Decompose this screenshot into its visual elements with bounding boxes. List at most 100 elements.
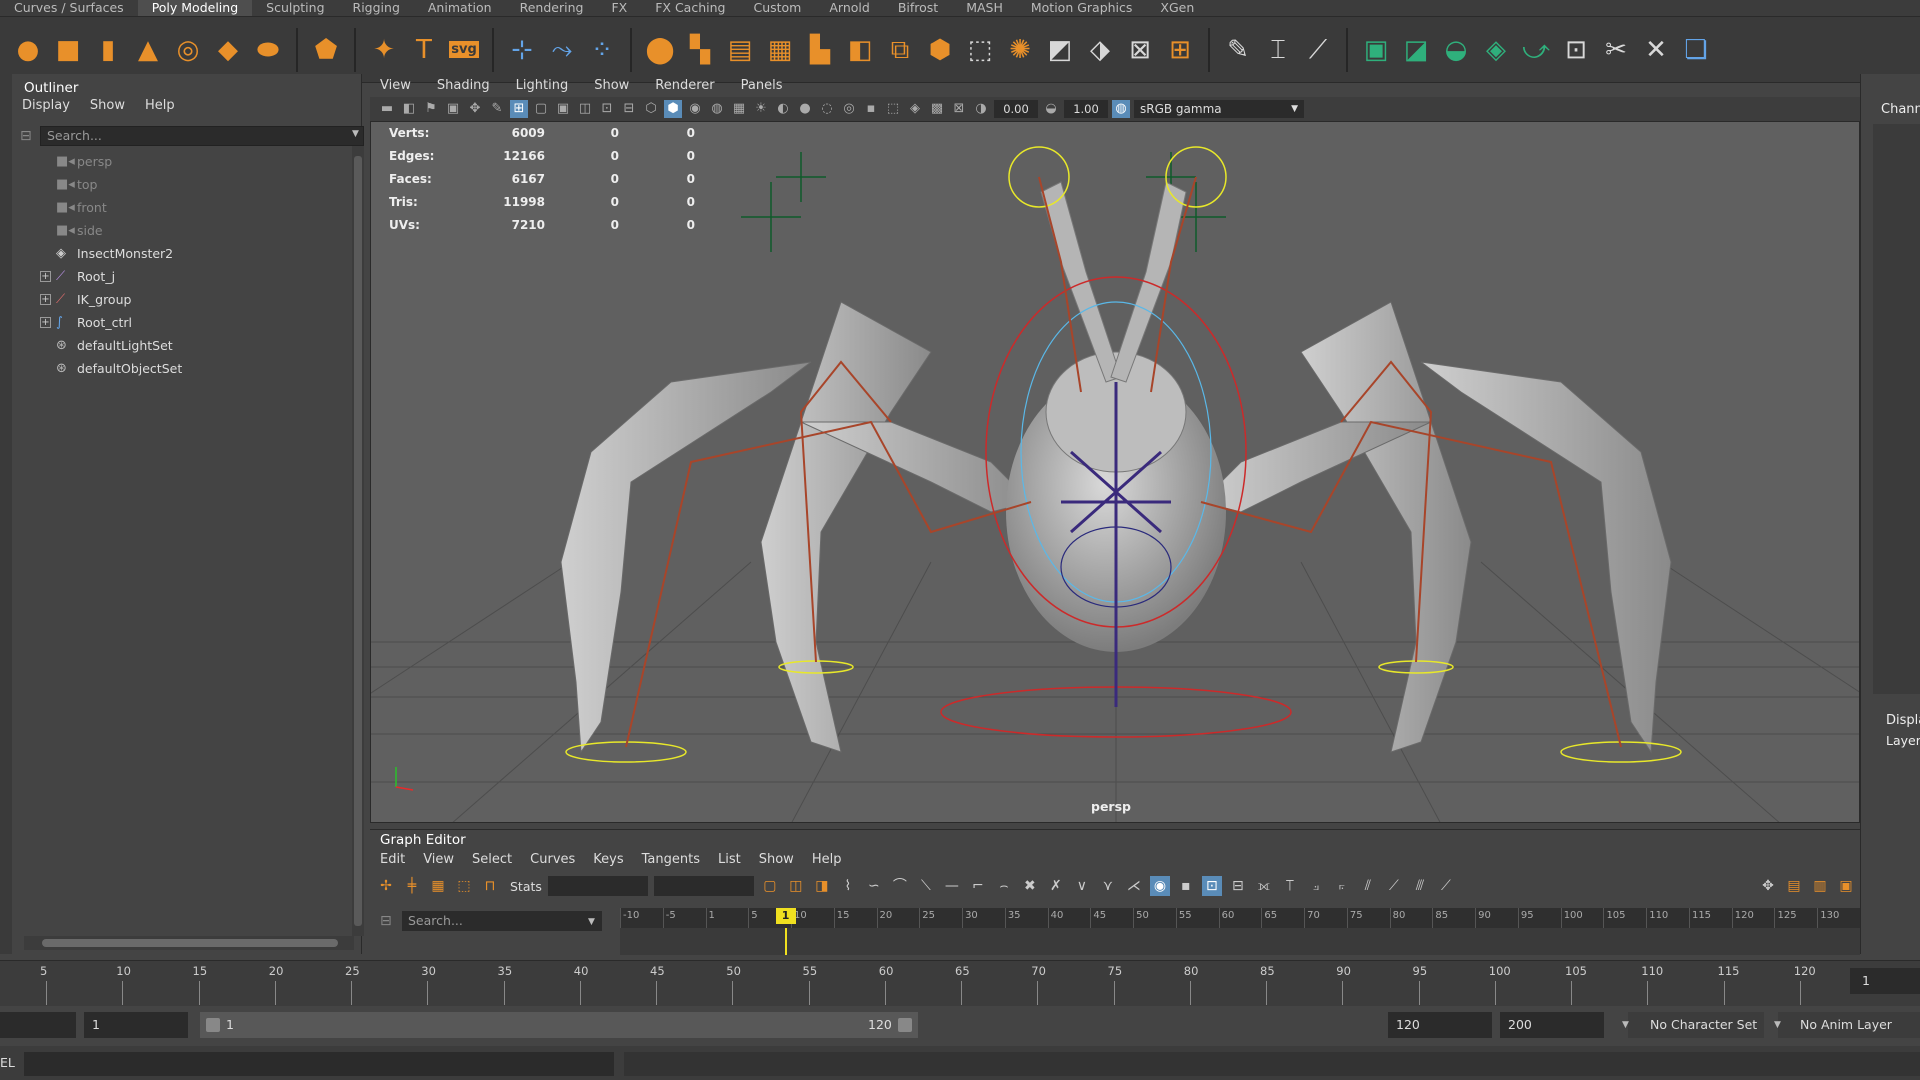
pan-icon[interactable]: ✥ (1758, 876, 1778, 896)
motion-blur-icon[interactable]: ◌ (818, 100, 836, 118)
range-start-handle[interactable] (206, 1018, 220, 1032)
ge-menu-select[interactable]: Select (472, 852, 512, 867)
shelf-tab-sculpting[interactable]: Sculpting (252, 0, 338, 16)
shelf-tab-animation[interactable]: Animation (414, 0, 506, 16)
display-layers-tab[interactable]: Displa (1886, 713, 1920, 728)
expand-icon[interactable]: + (40, 317, 51, 328)
graph-editor-time-ruler[interactable]: -10 -5 1 5 10 15 20 25 30 35 40 45 50 55 60 65 70 75 80 85 9… (620, 908, 1860, 928)
super-shape-icon[interactable]: ✦ (366, 32, 402, 68)
uv-unfold-icon[interactable]: ⤻ (1518, 32, 1554, 68)
uv-spherical-icon[interactable]: ◒ (1438, 32, 1474, 68)
viewport-menu-shading[interactable]: Shading (437, 76, 490, 96)
shelf-tab-poly-modeling[interactable]: Poly Modeling (137, 0, 253, 16)
post-infinity-offset-icon[interactable]: ⟔ (1332, 876, 1352, 896)
filter-icon[interactable]: ⊟ (20, 128, 32, 144)
joint-tool-icon[interactable]: ⊹ (504, 32, 540, 68)
smooth-shade-icon[interactable]: ⬢ (664, 100, 682, 118)
ge-menu-keys[interactable]: Keys (593, 852, 623, 867)
bridge-icon[interactable]: ⧉ (882, 32, 918, 68)
range-end-handle[interactable] (898, 1018, 912, 1032)
shelf-tab-arnold[interactable]: Arnold (815, 0, 883, 16)
textured-icon[interactable]: ▦ (730, 100, 748, 118)
lights-icon[interactable]: ☀ (752, 100, 770, 118)
insert-key-icon[interactable]: ╪ (402, 876, 422, 896)
ge-menu-show[interactable]: Show (759, 852, 794, 867)
gamma-icon[interactable]: ◒ (1042, 100, 1060, 118)
image-plane-icon[interactable]: ▣ (444, 100, 462, 118)
graph-editor-search-input[interactable]: Search... (402, 911, 602, 931)
viewport-menu-lighting[interactable]: Lighting (516, 76, 569, 96)
cube-icon[interactable]: ■ (50, 32, 86, 68)
disc-icon[interactable]: ⬬ (250, 32, 286, 68)
type-text-icon[interactable]: T (406, 32, 442, 68)
boolean-icon[interactable]: ▙ (802, 32, 838, 68)
curve-normalize-icon[interactable]: ⫽ (1358, 876, 1378, 896)
expand-icon[interactable]: + (40, 271, 51, 282)
perspective-viewport[interactable]: Verts: 6009 0 0 Edges: 12166 0 0 Faces: 6167 0 0 … (370, 121, 1860, 823)
wedge-icon[interactable]: ⊠ (1122, 32, 1158, 68)
list-item[interactable]: ⊛ defaultObjectSet (12, 357, 347, 380)
plateau-tangent-icon[interactable]: ⌢ (994, 876, 1014, 896)
particle-icon[interactable]: ⁘ (584, 32, 620, 68)
move-key-icon[interactable]: ✢ (376, 876, 396, 896)
shelf-tab-fx-caching[interactable]: FX Caching (641, 0, 739, 16)
target-weld-icon[interactable]: ⌶ (1260, 32, 1296, 68)
gate-mask-icon[interactable]: ◫ (576, 100, 594, 118)
frame-playback-range-icon[interactable]: ◫ (786, 876, 806, 896)
lattice-deform-icon[interactable]: ▦ (428, 876, 448, 896)
uv-cut-icon[interactable]: ✂ (1598, 32, 1634, 68)
open-time-editor-icon[interactable]: ▤ (1784, 876, 1804, 896)
outliner-vertical-scrollbar[interactable] (352, 146, 364, 936)
uv-layout-icon[interactable]: ⊡ (1558, 32, 1594, 68)
playhead-marker[interactable]: 1 (775, 908, 796, 924)
separate-icon[interactable]: ▚ (682, 32, 718, 68)
wireframe-icon[interactable]: ⬡ (642, 100, 660, 118)
expand-icon[interactable]: + (40, 294, 51, 305)
combine-icon[interactable]: ⬤ (642, 32, 678, 68)
ge-menu-curves[interactable]: Curves (530, 852, 575, 867)
layers-menu[interactable]: Layers (1886, 733, 1920, 748)
swap-buffer-curves-icon[interactable]: ✗ (1046, 876, 1066, 896)
grid-icon[interactable]: ⊞ (510, 100, 528, 118)
shelf-tab-mash[interactable]: MASH (952, 0, 1017, 16)
viewport-menu-view[interactable]: View (380, 76, 411, 96)
list-item[interactable]: ■◂ front (12, 196, 347, 219)
curve-denormalize-icon[interactable]: ⟋ (1384, 876, 1404, 896)
connect-icon[interactable]: ⟋ (1300, 32, 1336, 68)
free-tangent-weight-icon[interactable]: ⋌ (1124, 876, 1144, 896)
isolate-select-icon[interactable]: ⬚ (884, 100, 902, 118)
time-snap-icon[interactable]: ⊡ (1201, 876, 1222, 896)
break-tangents-icon[interactable]: ∨ (1072, 876, 1092, 896)
animation-end-field[interactable]: 200 (1500, 1012, 1604, 1038)
cylinder-icon[interactable]: ▮ (90, 32, 126, 68)
outliner-horizontal-scrollbar[interactable] (24, 936, 354, 950)
wireframe-on-shaded-icon[interactable]: ◍ (708, 100, 726, 118)
playback-end-field[interactable]: 120 (1388, 1012, 1492, 1038)
list-item[interactable]: ⊛ defaultLightSet (12, 334, 347, 357)
platonic-solid-icon[interactable]: ⬟ (308, 32, 344, 68)
playback-start-field[interactable]: 1 (84, 1012, 188, 1038)
outliner-menu-help[interactable]: Help (145, 98, 175, 113)
shelf-tab-rendering[interactable]: Rendering (506, 0, 598, 16)
linear-tangent-icon[interactable]: ⟍ (916, 876, 936, 896)
unify-tangents-icon[interactable]: ⋎ (1098, 876, 1118, 896)
animation-start-field[interactable] (0, 1012, 76, 1038)
post-infinity-cycle-icon[interactable]: ⟓ (1306, 876, 1326, 896)
bevel-icon[interactable]: ✺ (1002, 32, 1038, 68)
camera-attributes-icon[interactable]: ◧ (400, 100, 418, 118)
character-set-dropdown[interactable]: ▼ No Character Set (1622, 1012, 1764, 1038)
shelf-tab-fx[interactable]: FX (597, 0, 641, 16)
shelf-tab-custom[interactable]: Custom (739, 0, 815, 16)
step-tangent-icon[interactable]: ⌐ (968, 876, 988, 896)
shelf-tab-xgen[interactable]: XGen (1146, 0, 1208, 16)
list-item[interactable]: + ⟋ IK_group (12, 288, 347, 311)
viewport-menu-renderer[interactable]: Renderer (655, 76, 714, 96)
color-management-icon[interactable]: ◍ (1112, 100, 1130, 118)
pre-infinity-offset-icon[interactable]: ⟙ (1280, 876, 1300, 896)
uv-auto-icon[interactable]: ◈ (1478, 32, 1514, 68)
lock-tangent-weight-icon[interactable]: ◉ (1149, 876, 1170, 896)
frame-all-icon[interactable]: ▢ (760, 876, 780, 896)
auto-load-icon[interactable]: ▪ (1176, 876, 1196, 896)
svg-icon[interactable]: svg (446, 32, 482, 68)
flat-tangent-icon[interactable]: — (942, 876, 962, 896)
